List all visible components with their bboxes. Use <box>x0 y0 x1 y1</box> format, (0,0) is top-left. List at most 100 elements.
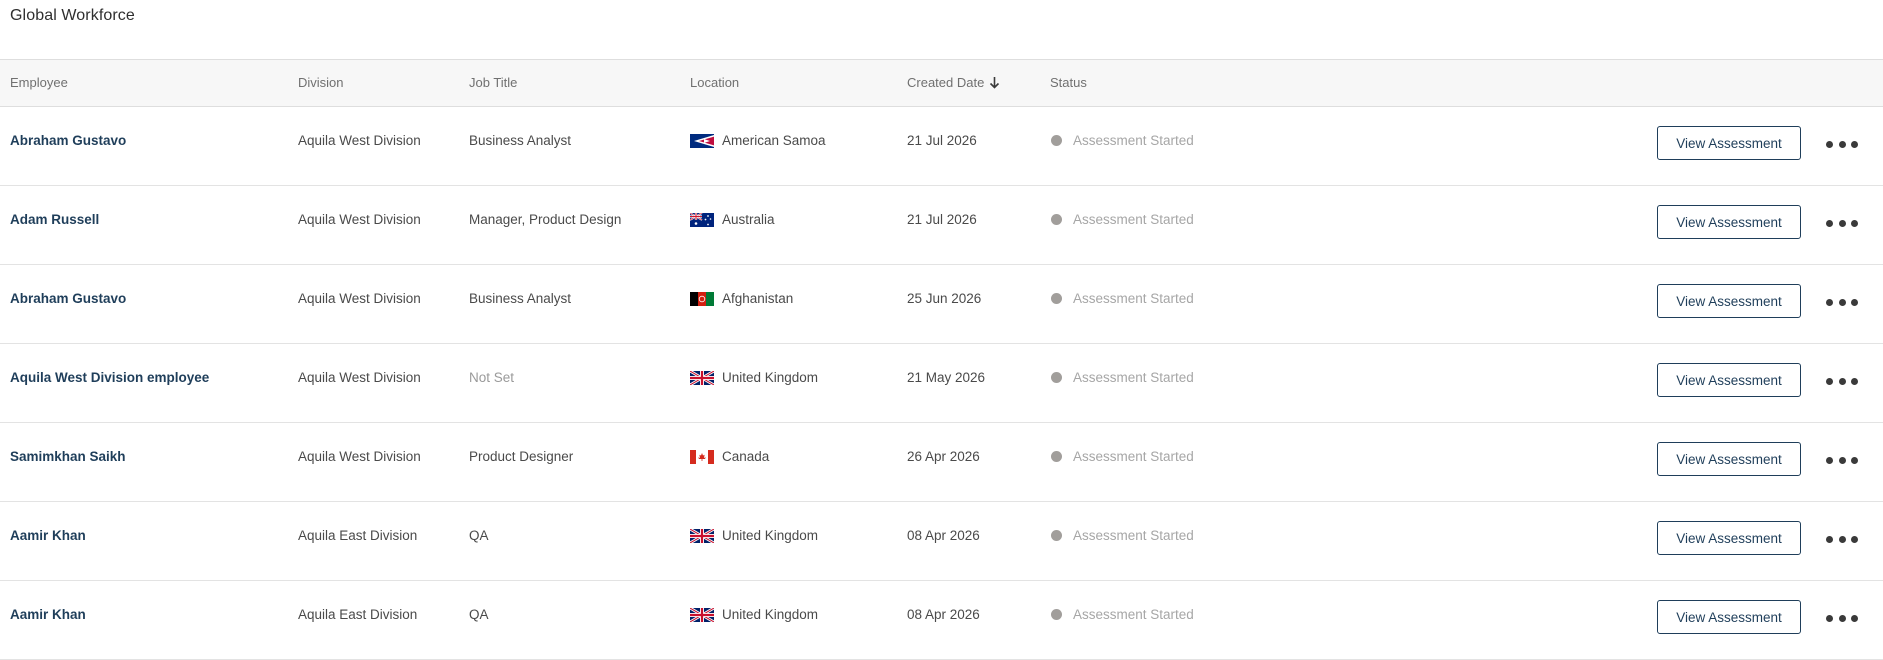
table-row: Abraham Gustavo Aquila West Division Bus… <box>0 107 1883 186</box>
division-cell: Aquila West Division <box>298 212 421 227</box>
created-date-cell: 21 Jul 2026 <box>907 133 977 148</box>
view-assessment-button[interactable]: View Assessment <box>1657 442 1801 476</box>
employee-name-link[interactable]: Aamir Khan <box>10 607 86 622</box>
status-cell: Assessment Started <box>1051 528 1194 543</box>
united-kingdom-flag-icon <box>689 527 715 544</box>
status-label: Assessment Started <box>1073 607 1194 622</box>
more-horizontal-icon[interactable] <box>1826 137 1858 151</box>
american-samoa-flag-icon <box>690 133 714 148</box>
employee-name-link[interactable]: Abraham Gustavo <box>10 133 126 148</box>
view-assessment-button[interactable]: View Assessment <box>1657 205 1801 239</box>
column-header-created-date-label: Created Date <box>907 75 985 90</box>
location-cell: American Samoa <box>690 133 826 148</box>
location-cell: United Kingdom <box>689 527 819 544</box>
division-cell: Aquila East Division <box>298 607 418 622</box>
created-date-cell: 08 Apr 2026 <box>907 607 980 622</box>
status-dot-icon <box>1051 451 1062 462</box>
status-dot-icon <box>1051 609 1062 620</box>
more-horizontal-icon[interactable] <box>1826 374 1858 388</box>
page-title: Global Workforce <box>10 7 135 24</box>
employee-name-link[interactable]: Abraham Gustavo <box>10 291 126 306</box>
more-horizontal-icon[interactable] <box>1826 611 1858 625</box>
column-header-created-date[interactable]: Created Date <box>907 75 1000 92</box>
status-dot-icon <box>1051 530 1062 541</box>
column-header-job-title[interactable]: Job Title <box>469 75 517 90</box>
created-date-cell: 26 Apr 2026 <box>907 449 980 464</box>
location-cell: United Kingdom <box>689 369 818 386</box>
status-cell: Assessment Started <box>1051 607 1194 622</box>
status-cell: Assessment Started <box>1051 212 1194 227</box>
division-cell: Aquila East Division <box>298 528 418 543</box>
location-cell: Australia <box>689 211 775 227</box>
status-label: Assessment Started <box>1073 449 1194 464</box>
more-horizontal-icon[interactable] <box>1826 532 1858 546</box>
division-cell: Aquila West Division <box>298 370 421 385</box>
location-cell: Canada <box>690 449 769 464</box>
canada-flag-icon <box>690 449 714 464</box>
status-dot-icon <box>1051 135 1062 146</box>
employee-name-link[interactable]: Samimkhan Saikh <box>10 449 126 464</box>
location-label: Afghanistan <box>722 291 794 306</box>
division-cell: Aquila West Division <box>298 291 421 306</box>
location-cell: United Kingdom <box>689 606 819 623</box>
united-kingdom-flag-icon <box>689 369 715 386</box>
afghanistan-flag-icon <box>690 291 714 306</box>
status-label: Assessment Started <box>1073 370 1194 385</box>
job-title-cell: QA <box>469 607 489 622</box>
more-horizontal-icon[interactable] <box>1826 216 1858 230</box>
created-date-cell: 21 Jul 2026 <box>907 212 977 227</box>
employee-name-link[interactable]: Adam Russell <box>10 212 99 227</box>
job-title-cell: Business Analyst <box>469 291 572 306</box>
table-row: Aamir Khan Aquila East Division QA Unite… <box>0 502 1883 581</box>
employee-name-link[interactable]: Aamir Khan <box>10 528 86 543</box>
column-header-status[interactable]: Status <box>1050 75 1087 90</box>
job-title-cell: Product Designer <box>469 449 574 464</box>
status-dot-icon <box>1051 372 1062 383</box>
table-row: Aamir Khan Aquila East Division QA Unite… <box>0 581 1883 660</box>
job-title-cell: Manager, Product Design <box>469 212 622 227</box>
division-cell: Aquila West Division <box>298 133 421 148</box>
table-header: Employee Division Job Title Location Cre… <box>0 59 1883 107</box>
location-label: United Kingdom <box>722 607 819 622</box>
united-kingdom-flag-icon <box>689 606 715 623</box>
column-header-employee[interactable]: Employee <box>10 75 68 90</box>
view-assessment-button[interactable]: View Assessment <box>1657 363 1801 397</box>
view-assessment-button[interactable]: View Assessment <box>1657 284 1801 318</box>
table-row: Samimkhan Saikh Aquila West Division Pro… <box>0 423 1883 502</box>
location-label: American Samoa <box>722 133 826 148</box>
table-body: Abraham Gustavo Aquila West Division Bus… <box>0 107 1883 660</box>
more-horizontal-icon[interactable] <box>1826 295 1858 309</box>
job-title-cell: Not Set <box>469 370 515 385</box>
created-date-cell: 21 May 2026 <box>907 370 986 385</box>
table-row: Abraham Gustavo Aquila West Division Bus… <box>0 265 1883 344</box>
arrow-down-icon[interactable] <box>989 76 1000 92</box>
workforce-table: Employee Division Job Title Location Cre… <box>0 59 1883 660</box>
job-title-cell: Business Analyst <box>469 133 572 148</box>
table-row: Aquila West Division employee Aquila Wes… <box>0 344 1883 423</box>
column-header-division[interactable]: Division <box>298 75 344 90</box>
view-assessment-button[interactable]: View Assessment <box>1657 126 1801 160</box>
column-header-location[interactable]: Location <box>690 75 739 90</box>
location-label: Canada <box>722 449 770 464</box>
status-label: Assessment Started <box>1073 212 1194 227</box>
status-cell: Assessment Started <box>1051 370 1194 385</box>
more-horizontal-icon[interactable] <box>1826 453 1858 467</box>
created-date-cell: 25 Jun 2026 <box>907 291 982 306</box>
division-cell: Aquila West Division <box>298 449 421 464</box>
table-row: Adam Russell Aquila West Division Manage… <box>0 186 1883 265</box>
status-cell: Assessment Started <box>1051 133 1194 148</box>
view-assessment-button[interactable]: View Assessment <box>1657 600 1801 634</box>
status-cell: Assessment Started <box>1051 291 1194 306</box>
location-label: Australia <box>722 212 775 227</box>
status-dot-icon <box>1051 293 1062 304</box>
status-cell: Assessment Started <box>1051 449 1194 464</box>
job-title-cell: QA <box>469 528 489 543</box>
location-label: United Kingdom <box>722 528 819 543</box>
australia-flag-icon <box>689 211 714 227</box>
employee-name-link[interactable]: Aquila West Division employee <box>10 370 209 385</box>
status-dot-icon <box>1051 214 1062 225</box>
location-cell: Afghanistan <box>690 291 793 306</box>
status-label: Assessment Started <box>1073 133 1194 148</box>
view-assessment-button[interactable]: View Assessment <box>1657 521 1801 555</box>
status-label: Assessment Started <box>1073 291 1194 306</box>
